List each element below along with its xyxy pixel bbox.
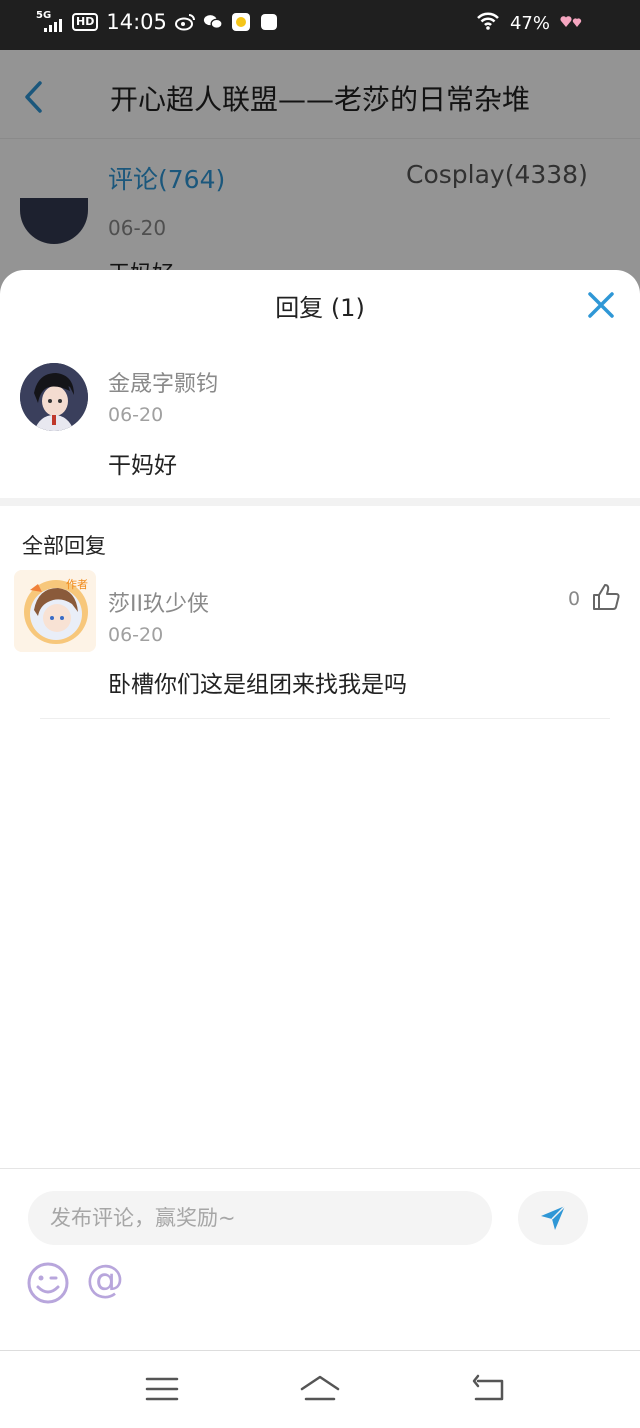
cellular-signal-icon: 5G <box>36 11 64 33</box>
weibo-icon <box>174 12 195 32</box>
smiley-icon <box>27 1262 69 1304</box>
comment-date: 06-20 <box>108 404 164 426</box>
send-icon <box>541 1205 566 1230</box>
back-icon <box>472 1374 504 1401</box>
like-count: 0 <box>568 588 581 610</box>
comment-input-bar: @ <box>0 1168 640 1351</box>
clock: 14:05 <box>106 10 167 34</box>
comment-author[interactable]: 金晟字颢钧 <box>108 366 218 398</box>
close-button[interactable] <box>586 290 616 320</box>
at-icon: @ <box>86 1257 124 1301</box>
comment-text: 干妈好 <box>108 453 177 479</box>
reply-author[interactable]: 莎II玖少侠 <box>108 586 209 618</box>
wifi-icon <box>476 12 500 35</box>
back-nav-button[interactable] <box>470 1373 510 1405</box>
home-icon <box>300 1375 340 1401</box>
hd-badge: HD <box>72 13 99 31</box>
divider <box>0 498 640 506</box>
comment-input[interactable] <box>28 1191 492 1245</box>
app-square-icon <box>259 12 279 32</box>
close-icon <box>588 292 614 318</box>
avatar[interactable] <box>20 363 88 431</box>
divider <box>40 718 610 719</box>
status-bar: 5G HD 14:05 47% <box>0 0 640 50</box>
section-title: 全部回复 <box>22 534 106 558</box>
send-button[interactable] <box>518 1191 588 1245</box>
reply-date: 06-20 <box>108 624 164 646</box>
menu-icon <box>145 1377 179 1401</box>
author-badge: 作者 <box>66 578 88 591</box>
avatar[interactable]: 作者 <box>14 570 96 652</box>
sheet-title: 回复 (1) <box>275 294 365 322</box>
system-nav-bar <box>0 1350 640 1428</box>
mention-button[interactable]: @ <box>86 1257 124 1301</box>
reply-text: 卧槽你们这是组团来找我是吗 <box>108 672 407 698</box>
heart-icon <box>560 13 584 34</box>
wechat-icon <box>203 12 223 32</box>
app-icon <box>231 12 251 32</box>
home-button[interactable] <box>298 1373 342 1405</box>
emoji-button[interactable] <box>26 1261 70 1305</box>
menu-button[interactable] <box>142 1373 182 1405</box>
battery-percent: 47% <box>509 13 550 34</box>
thumbs-up-icon <box>593 584 620 610</box>
like-button[interactable] <box>592 582 622 612</box>
